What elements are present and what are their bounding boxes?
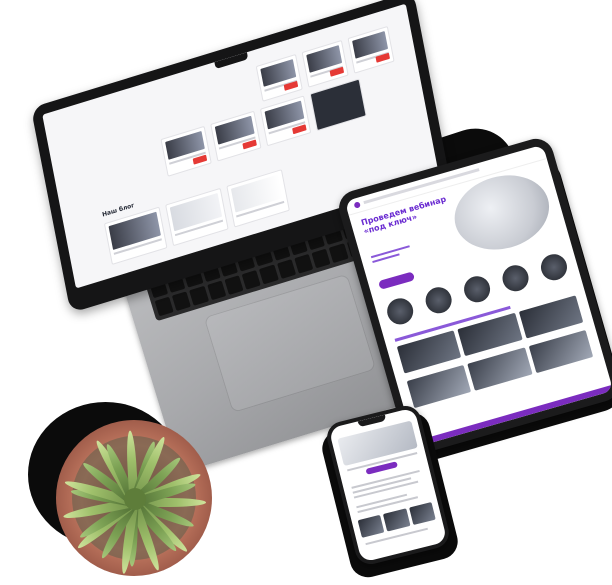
category-circle[interactable] [499,262,532,295]
tablet-hero-subtext [370,245,414,271]
keyboard-key [207,280,227,301]
keyboard-key [154,296,174,317]
product-card [301,39,349,88]
keyboard-key [329,243,349,264]
blog-card [165,187,229,247]
gallery-thumb[interactable] [467,347,533,391]
gallery-thumb[interactable] [406,364,472,409]
keyboard-key [172,291,192,311]
product-card [347,25,395,74]
phone-thumb[interactable] [383,508,411,532]
site-logo-icon [353,201,361,209]
category-circle[interactable] [537,251,571,284]
device-mockup-scene: Наш блог Проведем вебинар «под ключ» [0,0,612,585]
keyboard-key [241,270,262,290]
keyboard-key [276,259,296,280]
blog-image [108,211,161,250]
keyboard-key [294,254,314,274]
blog-image [230,174,284,213]
phone-notch [357,414,387,428]
category-circle[interactable] [422,284,455,317]
product-card [160,125,212,177]
blog-card [226,169,290,228]
blog-image [169,192,223,232]
promo-card [309,78,367,132]
keyboard-key [259,264,279,285]
camera-notch [214,52,249,70]
phone-hero-image [337,420,418,467]
plant-core [124,488,146,510]
product-card [255,53,303,102]
keyboard-key [224,275,244,296]
keyboard-key [311,248,331,269]
product-card [210,110,262,162]
tablet-cta-button[interactable] [378,271,416,290]
phone-thumb[interactable] [357,514,385,538]
category-circle[interactable] [460,273,494,306]
gallery-thumb[interactable] [528,329,594,374]
category-circle[interactable] [384,295,417,328]
keyboard-key [189,286,209,306]
phone-thumb[interactable] [408,502,436,526]
product-card [259,95,312,147]
